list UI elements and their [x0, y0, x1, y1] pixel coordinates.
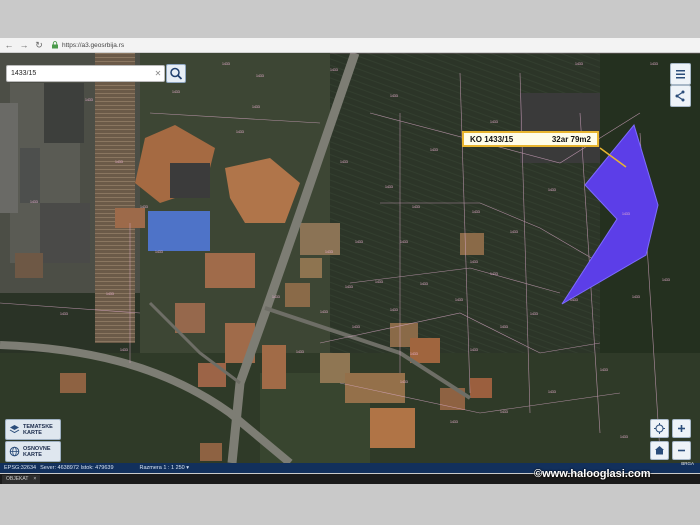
- address-bar[interactable]: https://a3.geosrbija.rs: [51, 41, 124, 49]
- svg-text:1433: 1433: [256, 74, 264, 78]
- svg-text:1433: 1433: [622, 212, 630, 216]
- svg-text:1433: 1433: [140, 205, 148, 209]
- parcel-info-label[interactable]: KO 1433/15 32ar 79m2: [462, 131, 599, 147]
- svg-text:1433: 1433: [470, 348, 478, 352]
- close-icon[interactable]: ×: [33, 476, 36, 482]
- svg-text:1433: 1433: [345, 285, 353, 289]
- svg-text:1433: 1433: [222, 62, 230, 66]
- svg-text:1433: 1433: [620, 435, 628, 439]
- parcel-search: ✕: [6, 65, 165, 82]
- svg-text:1433: 1433: [85, 98, 93, 102]
- svg-text:1433: 1433: [60, 312, 68, 316]
- share-button[interactable]: [670, 85, 691, 107]
- svg-text:1433: 1433: [410, 352, 418, 356]
- svg-text:1433: 1433: [385, 185, 393, 189]
- forward-icon[interactable]: →: [18, 39, 30, 51]
- svg-text:1433: 1433: [490, 272, 498, 276]
- browser-toolbar: ← → ↻ https://a3.geosrbija.rs: [0, 38, 700, 53]
- svg-text:1433: 1433: [510, 230, 518, 234]
- thematic-maps-button[interactable]: TEMATSKE KARTE: [5, 419, 61, 440]
- svg-text:1433: 1433: [548, 188, 556, 192]
- svg-text:1433: 1433: [662, 278, 670, 282]
- svg-text:1433: 1433: [570, 298, 578, 302]
- svg-text:1433: 1433: [106, 292, 114, 296]
- locate-button[interactable]: [650, 419, 669, 438]
- back-icon[interactable]: ←: [3, 39, 15, 51]
- svg-text:1433: 1433: [236, 130, 244, 134]
- svg-text:1433: 1433: [390, 94, 398, 98]
- svg-text:1433: 1433: [455, 298, 463, 302]
- search-input[interactable]: [7, 69, 153, 78]
- zoom-out-button[interactable]: [672, 441, 691, 460]
- svg-text:1433: 1433: [632, 295, 640, 299]
- epsg-text: EPSG:32634: [4, 465, 37, 471]
- coordinates-text: Sever: 4638972 Istok: 479639: [40, 465, 114, 471]
- crosshair-icon: [654, 423, 665, 434]
- svg-text:1433: 1433: [600, 368, 608, 372]
- parcel-id: KO 1433/15: [470, 134, 514, 144]
- globe-icon: [9, 446, 20, 457]
- search-button[interactable]: [166, 64, 186, 83]
- home-icon: [655, 446, 664, 455]
- svg-text:1433: 1433: [400, 380, 408, 384]
- svg-text:1433: 1433: [450, 420, 458, 424]
- search-icon: [170, 67, 183, 80]
- layers-icon: [9, 425, 20, 434]
- reload-icon[interactable]: ↻: [33, 39, 45, 51]
- svg-text:1433: 1433: [115, 160, 123, 164]
- parcel-area: 32ar 79m2: [551, 134, 591, 144]
- svg-text:1433: 1433: [420, 282, 428, 286]
- svg-text:1433: 1433: [650, 62, 658, 66]
- svg-text:1433: 1433: [320, 310, 328, 314]
- svg-text:1433: 1433: [548, 390, 556, 394]
- svg-text:1433: 1433: [355, 240, 363, 244]
- svg-text:1433: 1433: [472, 210, 480, 214]
- share-icon: [675, 90, 685, 102]
- base-maps-label: OSNOVNE KARTE: [23, 445, 51, 458]
- svg-text:1433: 1433: [340, 160, 348, 164]
- attribution-text: BRGA: [681, 461, 694, 466]
- object-tab-label: OBJEKAT: [6, 476, 29, 482]
- svg-text:1433: 1433: [172, 90, 180, 94]
- svg-text:1433: 1433: [296, 350, 304, 354]
- svg-text:1433: 1433: [30, 200, 38, 204]
- thematic-maps-label: TEMATSKE KARTE: [23, 423, 53, 436]
- svg-text:1433: 1433: [120, 348, 128, 352]
- lock-icon: [52, 41, 58, 49]
- svg-text:1433: 1433: [352, 325, 360, 329]
- svg-text:1433: 1433: [500, 325, 508, 329]
- scale-selector[interactable]: Razmera 1 : 1 250 ▾: [140, 465, 190, 471]
- map-view[interactable]: 1433 1433 1433 1433 1433 1433 1433 1433 1433 1…: [0, 53, 700, 463]
- svg-text:1433: 1433: [412, 205, 420, 209]
- svg-text:1433: 1433: [490, 120, 498, 124]
- aerial-imagery: 1433 1433 1433 1433 1433 1433 1433 1433 1433 1…: [0, 53, 700, 463]
- url-text: https://a3.geosrbija.rs: [62, 41, 125, 49]
- menu-button[interactable]: [670, 63, 691, 85]
- svg-text:1433: 1433: [430, 148, 438, 152]
- svg-text:1433: 1433: [330, 68, 338, 72]
- svg-text:1433: 1433: [470, 260, 478, 264]
- svg-text:1433: 1433: [575, 62, 583, 66]
- base-maps-button[interactable]: OSNOVNE KARTE: [5, 441, 61, 462]
- svg-text:1433: 1433: [530, 312, 538, 316]
- zoom-in-button[interactable]: [672, 419, 691, 438]
- menu-icon: [676, 70, 685, 79]
- svg-text:1433: 1433: [375, 280, 383, 284]
- plus-icon: [678, 425, 685, 432]
- svg-text:1433: 1433: [272, 295, 280, 299]
- object-tab[interactable]: OBJEKAT ×: [2, 474, 41, 484]
- svg-text:1433: 1433: [500, 410, 508, 414]
- home-button[interactable]: [650, 441, 669, 460]
- svg-text:1433: 1433: [252, 105, 260, 109]
- svg-text:1433: 1433: [155, 250, 163, 254]
- clear-icon[interactable]: ✕: [153, 69, 163, 78]
- watermark: ©www.halooglasi.com: [534, 468, 651, 480]
- svg-text:1433: 1433: [390, 308, 398, 312]
- minus-icon: [678, 449, 685, 452]
- svg-text:1433: 1433: [400, 240, 408, 244]
- svg-text:1433: 1433: [325, 250, 333, 254]
